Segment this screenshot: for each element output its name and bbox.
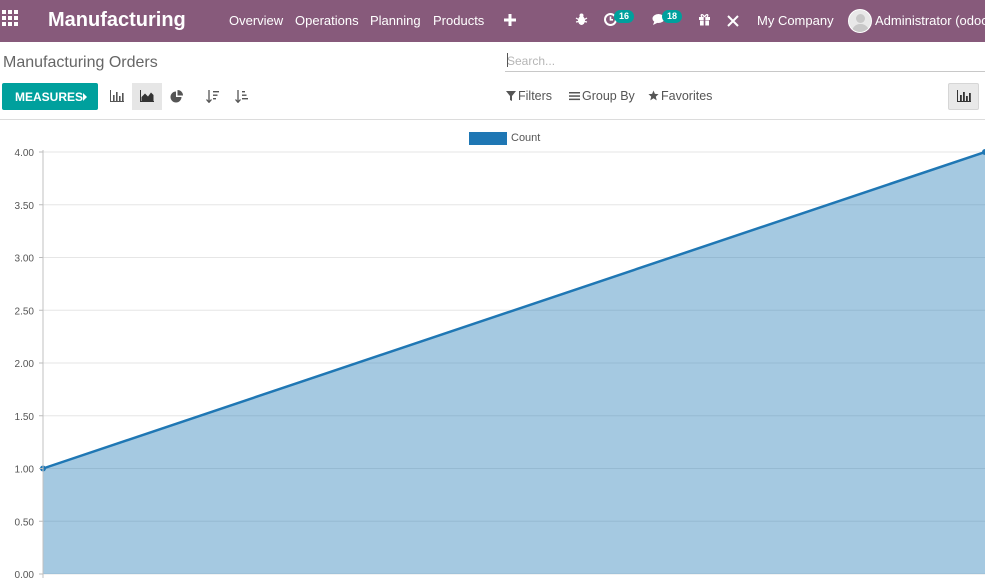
y-tick-label: 3.50 — [15, 201, 35, 212]
top-navbar: Manufacturing Overview Operations Planni… — [0, 0, 985, 42]
sort-descending-button[interactable] — [198, 83, 228, 110]
group-by-dropdown[interactable]: Group By — [569, 89, 635, 103]
legend-swatch-count[interactable] — [469, 132, 507, 145]
line-chart-button[interactable] — [132, 83, 162, 110]
y-tick-label: 1.50 — [15, 412, 35, 423]
group-by-label: Group By — [582, 89, 635, 103]
area-chart-icon — [140, 90, 154, 102]
area-chart: 0.00 0.50 1.00 1.50 2.00 2.50 3.00 3.50 4.00 Cou… — [15, 132, 985, 581]
y-axis: 0.00 0.50 1.00 1.50 2.00 2.50 3.00 3.50 4.00 — [15, 148, 44, 581]
bar-chart-button[interactable] — [102, 83, 132, 110]
user-menu[interactable]: Administrator (odoo1 — [875, 13, 985, 28]
company-switcher[interactable]: My Company — [757, 13, 834, 28]
y-tick-label: 0.50 — [15, 517, 35, 528]
list-icon — [569, 92, 580, 101]
search-input[interactable] — [505, 51, 985, 72]
filters-dropdown[interactable]: Filters — [506, 89, 552, 103]
sort-ascending-button[interactable] — [227, 83, 257, 110]
measures-button[interactable]: MEASURES — [2, 83, 98, 110]
avatar[interactable] — [848, 9, 872, 33]
measures-label: MEASURES — [15, 89, 84, 104]
sort-ascending-icon — [235, 90, 248, 103]
app-title[interactable]: Manufacturing — [48, 9, 186, 32]
pie-chart-icon — [170, 90, 183, 103]
favorites-dropdown[interactable]: Favorites — [648, 89, 712, 103]
menu-products[interactable]: Products — [433, 13, 484, 28]
star-icon — [648, 90, 659, 101]
favorites-label: Favorites — [661, 89, 713, 103]
bug-icon[interactable] — [575, 13, 588, 29]
menu-operations[interactable]: Operations — [295, 13, 359, 28]
y-tick-label: 2.50 — [15, 306, 35, 317]
y-tick-label: 1.00 — [15, 465, 35, 476]
menu-overview[interactable]: Overview — [229, 13, 283, 28]
clock-icon[interactable]: 16 — [604, 10, 635, 29]
caret-right-icon — [83, 93, 87, 101]
legend-label-count[interactable]: Count — [511, 132, 540, 144]
y-tick-label: 4.00 — [15, 148, 35, 159]
filter-icon — [506, 91, 516, 101]
breadcrumb: Manufacturing Orders — [3, 54, 158, 71]
plus-icon[interactable] — [504, 13, 516, 29]
message-count-badge: 18 — [662, 10, 683, 23]
legend[interactable]: Count — [469, 132, 540, 145]
apps-grid-icon[interactable] — [2, 10, 20, 30]
y-tick-label: 2.00 — [15, 359, 35, 370]
activity-count-badge: 16 — [614, 10, 635, 23]
graph-view-button[interactable] — [948, 83, 979, 110]
close-icon[interactable] — [727, 14, 739, 30]
filters-label: Filters — [518, 89, 553, 103]
bar-chart-icon — [957, 90, 971, 102]
chat-icon[interactable]: 18 — [652, 10, 683, 29]
bar-chart-icon — [110, 90, 124, 102]
y-tick-label: 0.00 — [15, 570, 35, 581]
area-layer — [40, 149, 985, 574]
menu-planning[interactable]: Planning — [370, 13, 421, 28]
gift-icon[interactable] — [698, 13, 711, 29]
y-tick-label: 3.00 — [15, 254, 35, 265]
sort-descending-icon — [206, 90, 219, 103]
text-cursor — [507, 53, 508, 67]
pie-chart-button[interactable] — [162, 83, 192, 110]
